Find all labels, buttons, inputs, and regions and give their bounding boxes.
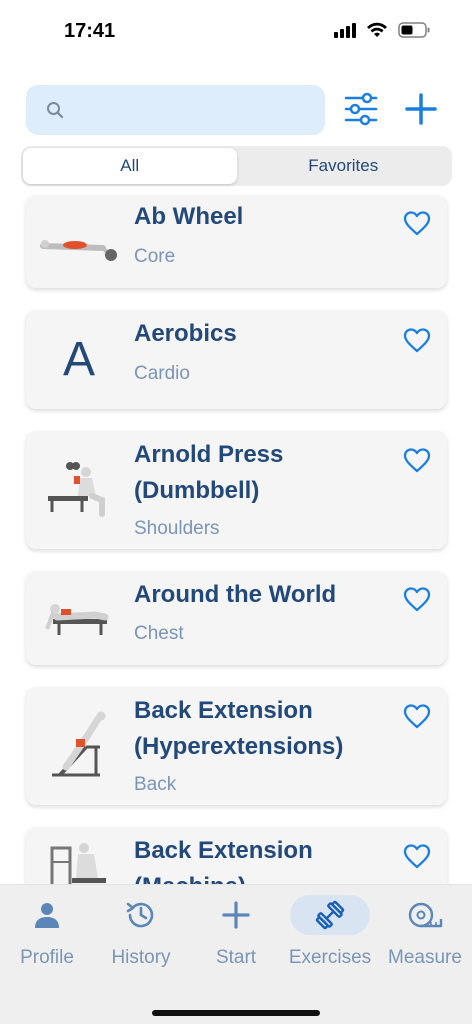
- status-time: 17:41: [64, 20, 116, 42]
- segment-all[interactable]: All: [23, 148, 237, 184]
- tab-history[interactable]: History: [94, 895, 188, 975]
- exercise-name: Back Extension (Hyperextensions): [134, 697, 344, 760]
- tab-bar: Profile History Start Exercises Measure: [0, 884, 472, 1024]
- list-item[interactable]: Back Extension (Machine): [26, 827, 447, 884]
- status-bar: 17:41: [0, 0, 472, 60]
- search-input[interactable]: [74, 100, 314, 120]
- list-item[interactable]: Back Extension (Hyperextensions) Back: [26, 687, 447, 805]
- favorite-heart-icon[interactable]: [403, 447, 431, 473]
- letter-thumbnail: A: [34, 325, 124, 395]
- favorite-heart-icon[interactable]: [403, 586, 431, 612]
- favorite-heart-icon[interactable]: [403, 327, 431, 353]
- filter-segmented-control: All Favorites: [21, 146, 452, 186]
- exercise-name: Aerobics: [134, 320, 237, 347]
- exercise-category: Chest: [134, 623, 184, 644]
- history-icon: [126, 902, 154, 928]
- add-exercise-icon[interactable]: [403, 91, 439, 127]
- tab-label: History: [111, 947, 171, 968]
- person-icon: [35, 903, 59, 928]
- favorite-heart-icon[interactable]: [403, 703, 431, 729]
- exercise-category: Cardio: [134, 363, 190, 384]
- favorite-heart-icon[interactable]: [403, 843, 431, 869]
- tab-label: Profile: [20, 947, 74, 968]
- favorite-heart-icon[interactable]: [403, 210, 431, 236]
- exercise-category: Core: [134, 246, 176, 267]
- exercise-list[interactable]: Ab Wheel Core A Aerobics Cardio Arnold P…: [0, 186, 472, 884]
- exercise-name: Back Extension (Machine): [134, 837, 313, 884]
- tab-label: Measure: [388, 947, 462, 968]
- list-item[interactable]: Arnold Press (Dumbbell) Shoulders: [26, 431, 447, 549]
- tab-start[interactable]: Start: [189, 895, 283, 975]
- tab-label: Exercises: [288, 947, 372, 968]
- status-icons: [334, 22, 430, 38]
- thumbnail-letter: A: [62, 333, 95, 386]
- tape-measure-icon: [408, 902, 443, 928]
- list-item[interactable]: A Aerobics Cardio: [26, 310, 447, 409]
- exercise-name: Around the World: [134, 581, 337, 608]
- home-indicator: [152, 1010, 320, 1016]
- exercise-category: Shoulders: [134, 518, 220, 539]
- back-extension-machine-figure: [34, 835, 124, 884]
- dumbbell-icon: [315, 900, 345, 930]
- arnold-press-figure: [34, 455, 124, 525]
- list-item[interactable]: Around the World Chest: [26, 571, 447, 665]
- list-item[interactable]: Ab Wheel Core: [26, 195, 447, 288]
- tab-label: Start: [215, 947, 257, 968]
- battery-icon: [398, 22, 430, 38]
- exercise-category: Back: [134, 774, 177, 795]
- ab-wheel-figure: [34, 207, 124, 277]
- search-field[interactable]: [26, 85, 325, 135]
- search-icon: [47, 102, 64, 119]
- tab-profile[interactable]: Profile: [0, 895, 94, 975]
- wifi-icon: [367, 22, 387, 37]
- back-extension-figure: [34, 711, 124, 781]
- around-the-world-figure: [34, 583, 124, 653]
- tab-measure[interactable]: Measure: [378, 895, 472, 975]
- exercise-name: Arnold Press (Dumbbell): [134, 441, 284, 504]
- filter-icon[interactable]: [343, 91, 379, 127]
- segment-favorites[interactable]: Favorites: [237, 148, 451, 184]
- exercise-name: Ab Wheel: [134, 203, 244, 230]
- tab-exercises[interactable]: Exercises: [283, 895, 377, 975]
- cellular-signal-icon: [334, 23, 356, 38]
- plus-icon: [222, 901, 250, 929]
